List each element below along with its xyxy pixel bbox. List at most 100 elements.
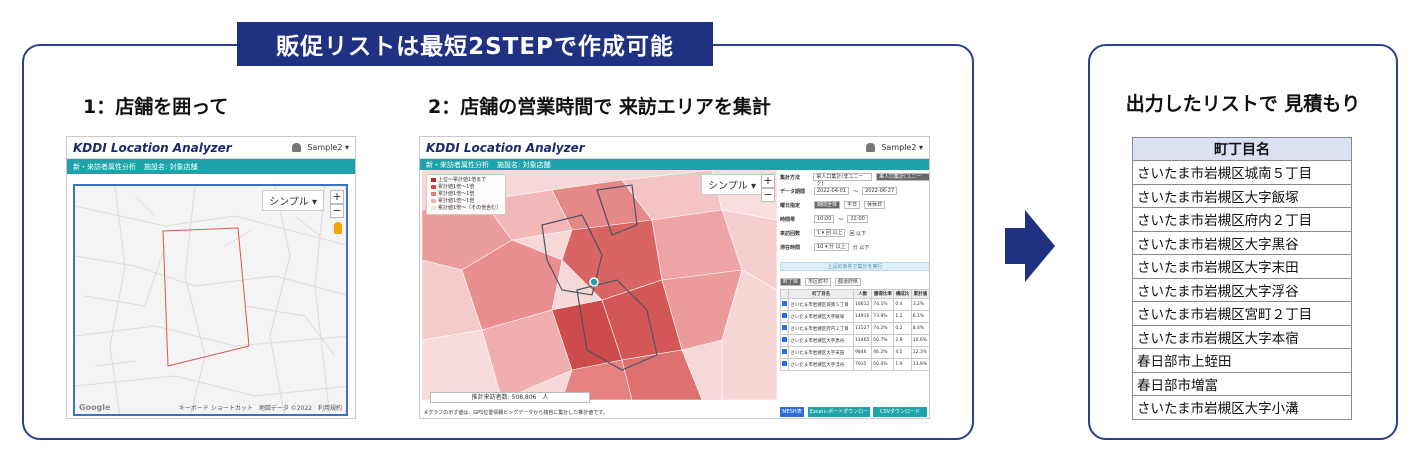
table-row: さいたま市岩槻区府内２丁目 — [1132, 207, 1352, 232]
col-check[interactable] — [779, 289, 790, 299]
day-opt-weekday[interactable]: 平日 — [844, 201, 861, 209]
result-table: 町丁目名 人数 獲得比率 構成比 累計値 さいたま市岩槻区城南５丁目 16612 7… — [779, 289, 929, 371]
csv-download-button[interactable]: CSVダウンロード — [873, 407, 927, 417]
stay-min-select[interactable]: 1 ▾ 回 以上 — [814, 229, 846, 237]
col-name[interactable]: 町丁目名 — [788, 289, 855, 299]
town-cell: さいたま市岩槻区大字末田 — [1132, 254, 1352, 279]
date-to-input[interactable]: 2022-06-27 — [862, 187, 898, 195]
legend-swatch-2 — [431, 184, 436, 189]
town-header: 町丁目名 — [1132, 137, 1352, 161]
user-menu[interactable]: Sample2 ▾ — [307, 143, 349, 152]
dwell-label: 滞在時間 — [780, 244, 801, 251]
agg-opt-unique[interactable]: 来人口集計(ユニーク) — [876, 173, 929, 187]
screenshot-step2: KDDI Location Analyzer Sample2 ▾ 新・来訪者属性… — [419, 136, 930, 419]
town-cell: さいたま市岩槻区城南５丁目 — [1132, 160, 1352, 185]
nav-analysis-2[interactable]: 新・来訪者属性分析 — [426, 160, 489, 170]
table-row: さいたま市岩槻区大字末田 9846 46.2% 4.5 12.3% — [779, 346, 929, 359]
period-label: データ期間 — [780, 188, 806, 195]
nav-bar: 新・来訪者属性分析 施設名: 対象店舗 — [67, 159, 355, 174]
table-row: さいたま市岩槻区大字末田 — [1132, 254, 1352, 279]
col-pop[interactable]: 人数 — [853, 289, 873, 299]
day-label: 曜日指定 — [780, 202, 801, 209]
excel-download-button[interactable]: Excelレポートダウンロード — [808, 407, 870, 417]
map-view[interactable]: シンプル ▾ + − キーボード ショートカット 地図データ ©2022 利用規… — [73, 184, 348, 416]
dwell-min-select[interactable]: 10 ▾ 分 以上 — [814, 243, 849, 251]
output-title: 出力したリストで 見積もり — [1125, 93, 1361, 115]
row-checkbox[interactable] — [782, 301, 787, 306]
legend-swatch-5 — [431, 205, 436, 210]
day-opt-all[interactable]: 期間全体 — [814, 201, 841, 209]
zoom-out-button[interactable]: − — [330, 204, 344, 218]
row-checkbox[interactable] — [782, 361, 787, 366]
pegman-icon[interactable] — [334, 222, 342, 234]
bottom-bar: ※グラフの示す値は、GPS位置情報ビッグデータから独自に集計した推計値です。 M… — [422, 405, 929, 418]
table-row: 春日部市増富 — [1132, 371, 1352, 396]
zoom-in-button-2[interactable]: + — [761, 174, 775, 188]
time-to-select[interactable]: 22:00 — [847, 215, 868, 223]
mesh-button[interactable]: MESH表示 — [780, 407, 804, 417]
legend-swatch-1 — [431, 177, 436, 182]
run-aggregation-button[interactable]: 上記の条件で集計を実行 — [780, 262, 929, 271]
user-menu-2[interactable]: Sample2 ▾ — [881, 143, 923, 152]
app-logo-2: KDDI Location Analyzer — [426, 140, 585, 155]
town-cell: さいたま市岩槻区府内２丁目 — [1132, 207, 1352, 232]
table-row: さいたま市岩槻区大字浮谷 7935 50.0% 1.9 13.9% — [779, 358, 929, 371]
table-row: さいたま市岩槻区大字飯塚 — [1132, 183, 1352, 208]
time-from-select[interactable]: 10:00 — [814, 215, 835, 223]
heatmap-legend: 上位～累計値1倍まで 累計値1倍～1倍 累計値1倍～1倍 累計値1倍～1倍 累計… — [426, 174, 507, 215]
zoom-out-button-2[interactable]: − — [761, 188, 775, 202]
day-opt-holiday[interactable]: 休休日 — [864, 201, 886, 209]
table-row: さいたま市岩槻区大字小溝 — [1132, 395, 1352, 420]
row-checkbox[interactable] — [782, 349, 787, 354]
screenshot-step1: KDDI Location Analyzer Sample2 ▾ 新・来訪者属性… — [66, 136, 356, 419]
tab-prefecture[interactable]: 都道府県 — [835, 277, 862, 286]
bottom-note: ※グラフの示す値は、GPS位置情報ビッグデータから独自に集計した推計値です。 — [424, 410, 608, 416]
legend-swatch-3 — [431, 191, 436, 196]
town-list-table: 町丁目名 さいたま市岩槻区城南５丁目 さいたま市岩槻区大字飯塚 さいたま市岩槻区… — [1132, 137, 1352, 420]
visitor-count: 推計来訪者数: 508,806 人 — [430, 392, 590, 403]
town-cell: さいたま市岩槻区宮町２丁目 — [1132, 301, 1352, 326]
app-header: KDDI Location Analyzer Sample2 ▾ — [67, 137, 355, 159]
stay-max-label: 回 以下 — [849, 230, 867, 237]
arrow-right-icon — [1005, 210, 1055, 282]
table-row: さいたま市岩槻区宮町２丁目 — [1132, 301, 1352, 326]
town-cell: さいたま市岩槻区大字飯塚 — [1132, 183, 1352, 208]
map-style-select[interactable]: シンプル ▾ — [262, 190, 324, 211]
col-cum[interactable]: 累計値 — [910, 289, 929, 299]
agg-opt-nonunique[interactable]: 来人口集計(非ユニーク) — [813, 173, 873, 187]
app-logo: KDDI Location Analyzer — [73, 140, 232, 155]
row-checkbox[interactable] — [782, 325, 787, 330]
row-checkbox[interactable] — [782, 337, 787, 342]
table-row: さいたま市岩槻区府内２丁目 11527 74.2% 0.2 8.4% — [779, 322, 929, 335]
tab-town[interactable]: 町丁目 — [780, 277, 802, 286]
table-row: さいたま市岩槻区城南５丁目 — [1132, 160, 1352, 185]
row-checkbox[interactable] — [782, 313, 787, 318]
town-cell: さいたま市岩槻区大字黒谷 — [1132, 230, 1352, 255]
town-cell: さいたま市岩槻区大字浮谷 — [1132, 277, 1352, 302]
bell-icon-2[interactable] — [866, 143, 876, 152]
tab-city[interactable]: 市区町村 — [805, 277, 832, 286]
bell-icon[interactable] — [292, 143, 302, 152]
heatmap-view[interactable]: 上位～累計値1倍まで 累計値1倍～1倍 累計値1倍～1倍 累計値1倍～1倍 累計… — [422, 170, 777, 400]
road-network — [75, 186, 346, 414]
table-row: さいたま市岩槻区大字黒谷 11465 50.7% 2.9 10.6% — [779, 334, 929, 347]
nav-facility: 施設名: 対象店舗 — [144, 162, 198, 171]
map-style-select-2[interactable]: シンプル ▾ — [701, 174, 763, 195]
app-header-2: KDDI Location Analyzer Sample2 ▾ — [420, 137, 929, 159]
col-rate[interactable]: 獲得比率 — [871, 289, 895, 299]
step2-title: 2：店舗の営業時間で 来訪エリアを集計 — [428, 96, 771, 118]
date-from-input[interactable]: 2022-04-01 — [814, 187, 850, 195]
nav-bar-2: 新・来訪者属性分析 施設名: 対象店舗 — [420, 159, 929, 170]
step1-title: 1：店舗を囲って — [83, 96, 229, 118]
map-attribution: キーボード ショートカット 地図データ ©2022 利用規約 — [178, 405, 342, 412]
time-label: 時間帯 — [780, 216, 796, 223]
agg-method-label: 集計方法 — [780, 174, 801, 181]
nav-analysis[interactable]: 新・来訪者属性分析 — [73, 162, 136, 172]
table-row: さいたま市岩槻区大字飯塚 14916 73.9% 1.2 6.1% — [779, 310, 929, 323]
table-row: さいたま市岩槻区城南５丁目 16612 74.1% 0.4 3.2% — [779, 298, 929, 311]
zoom-in-button[interactable]: + — [330, 190, 344, 204]
col-share[interactable]: 構成比 — [893, 289, 912, 299]
aggregation-form: 集計方法 来人口集計(非ユニーク) 来人口集計(ユニーク) データ期間 2022… — [779, 170, 929, 418]
town-cell: 春日部市増富 — [1132, 371, 1352, 396]
town-cell: さいたま市岩槻区大字小溝 — [1132, 395, 1352, 420]
